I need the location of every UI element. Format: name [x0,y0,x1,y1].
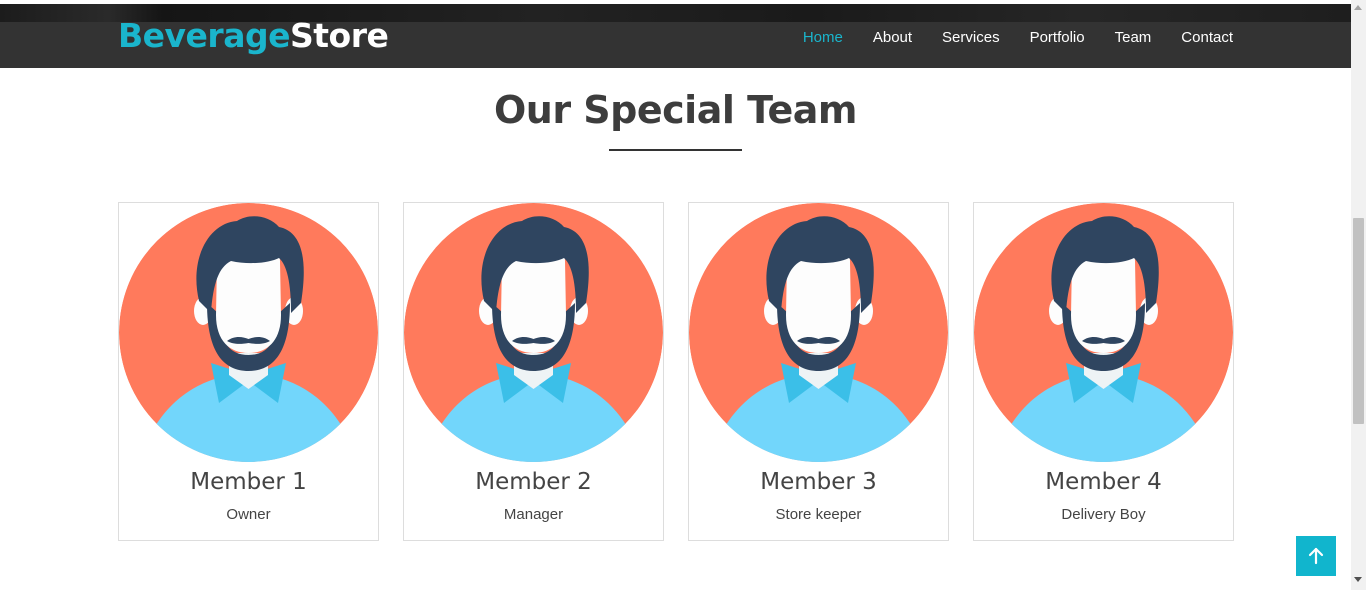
nav-contact-link[interactable]: Contact [1181,29,1233,46]
team-card: Member 1 Owner [118,202,379,541]
brand-part1: Beverage [118,16,290,55]
avatar-icon [689,203,948,462]
scroll-thumb[interactable] [1353,218,1364,424]
back-to-top-button[interactable] [1296,536,1336,576]
navbar: BeverageStore Home About Services Portfo… [0,16,1351,68]
avatar-icon [974,203,1233,462]
member-role: Store keeper [775,506,862,523]
scroll-up-arrow-icon[interactable] [1354,5,1362,10]
nav-services-link[interactable]: Services [942,29,1000,46]
section-title: Our Special Team [493,88,858,132]
member-name: Member 3 [760,469,877,495]
scroll-down-arrow-icon[interactable] [1354,577,1362,582]
member-name: Member 1 [190,469,307,495]
team-card: Member 2 Manager [403,202,664,541]
team-card: Member 4 Delivery Boy [973,202,1234,541]
nav-portfolio-link[interactable]: Portfolio [1030,29,1085,46]
team-card: Member 3 Store keeper [688,202,949,541]
nav-home-link[interactable]: Home [803,29,843,46]
member-role: Manager [503,506,564,523]
title-underline [609,149,742,151]
member-role: Delivery Boy [1061,506,1146,523]
nav-about-link[interactable]: About [873,29,912,46]
avatar-icon [404,203,663,462]
brand-part2: Store [289,16,389,55]
member-name: Member 2 [475,469,592,495]
page-scrollbar[interactable] [1351,0,1366,590]
member-role: Owner [226,506,271,523]
arrow-up-icon [1308,547,1324,565]
nav-team-link[interactable]: Team [1115,29,1152,46]
brand-logo[interactable]: BeverageStore [118,14,389,58]
member-name: Member 4 [1045,469,1162,495]
avatar-icon [119,203,378,462]
nav-links: Home About Services Portfolio Team Conta… [773,22,1233,52]
